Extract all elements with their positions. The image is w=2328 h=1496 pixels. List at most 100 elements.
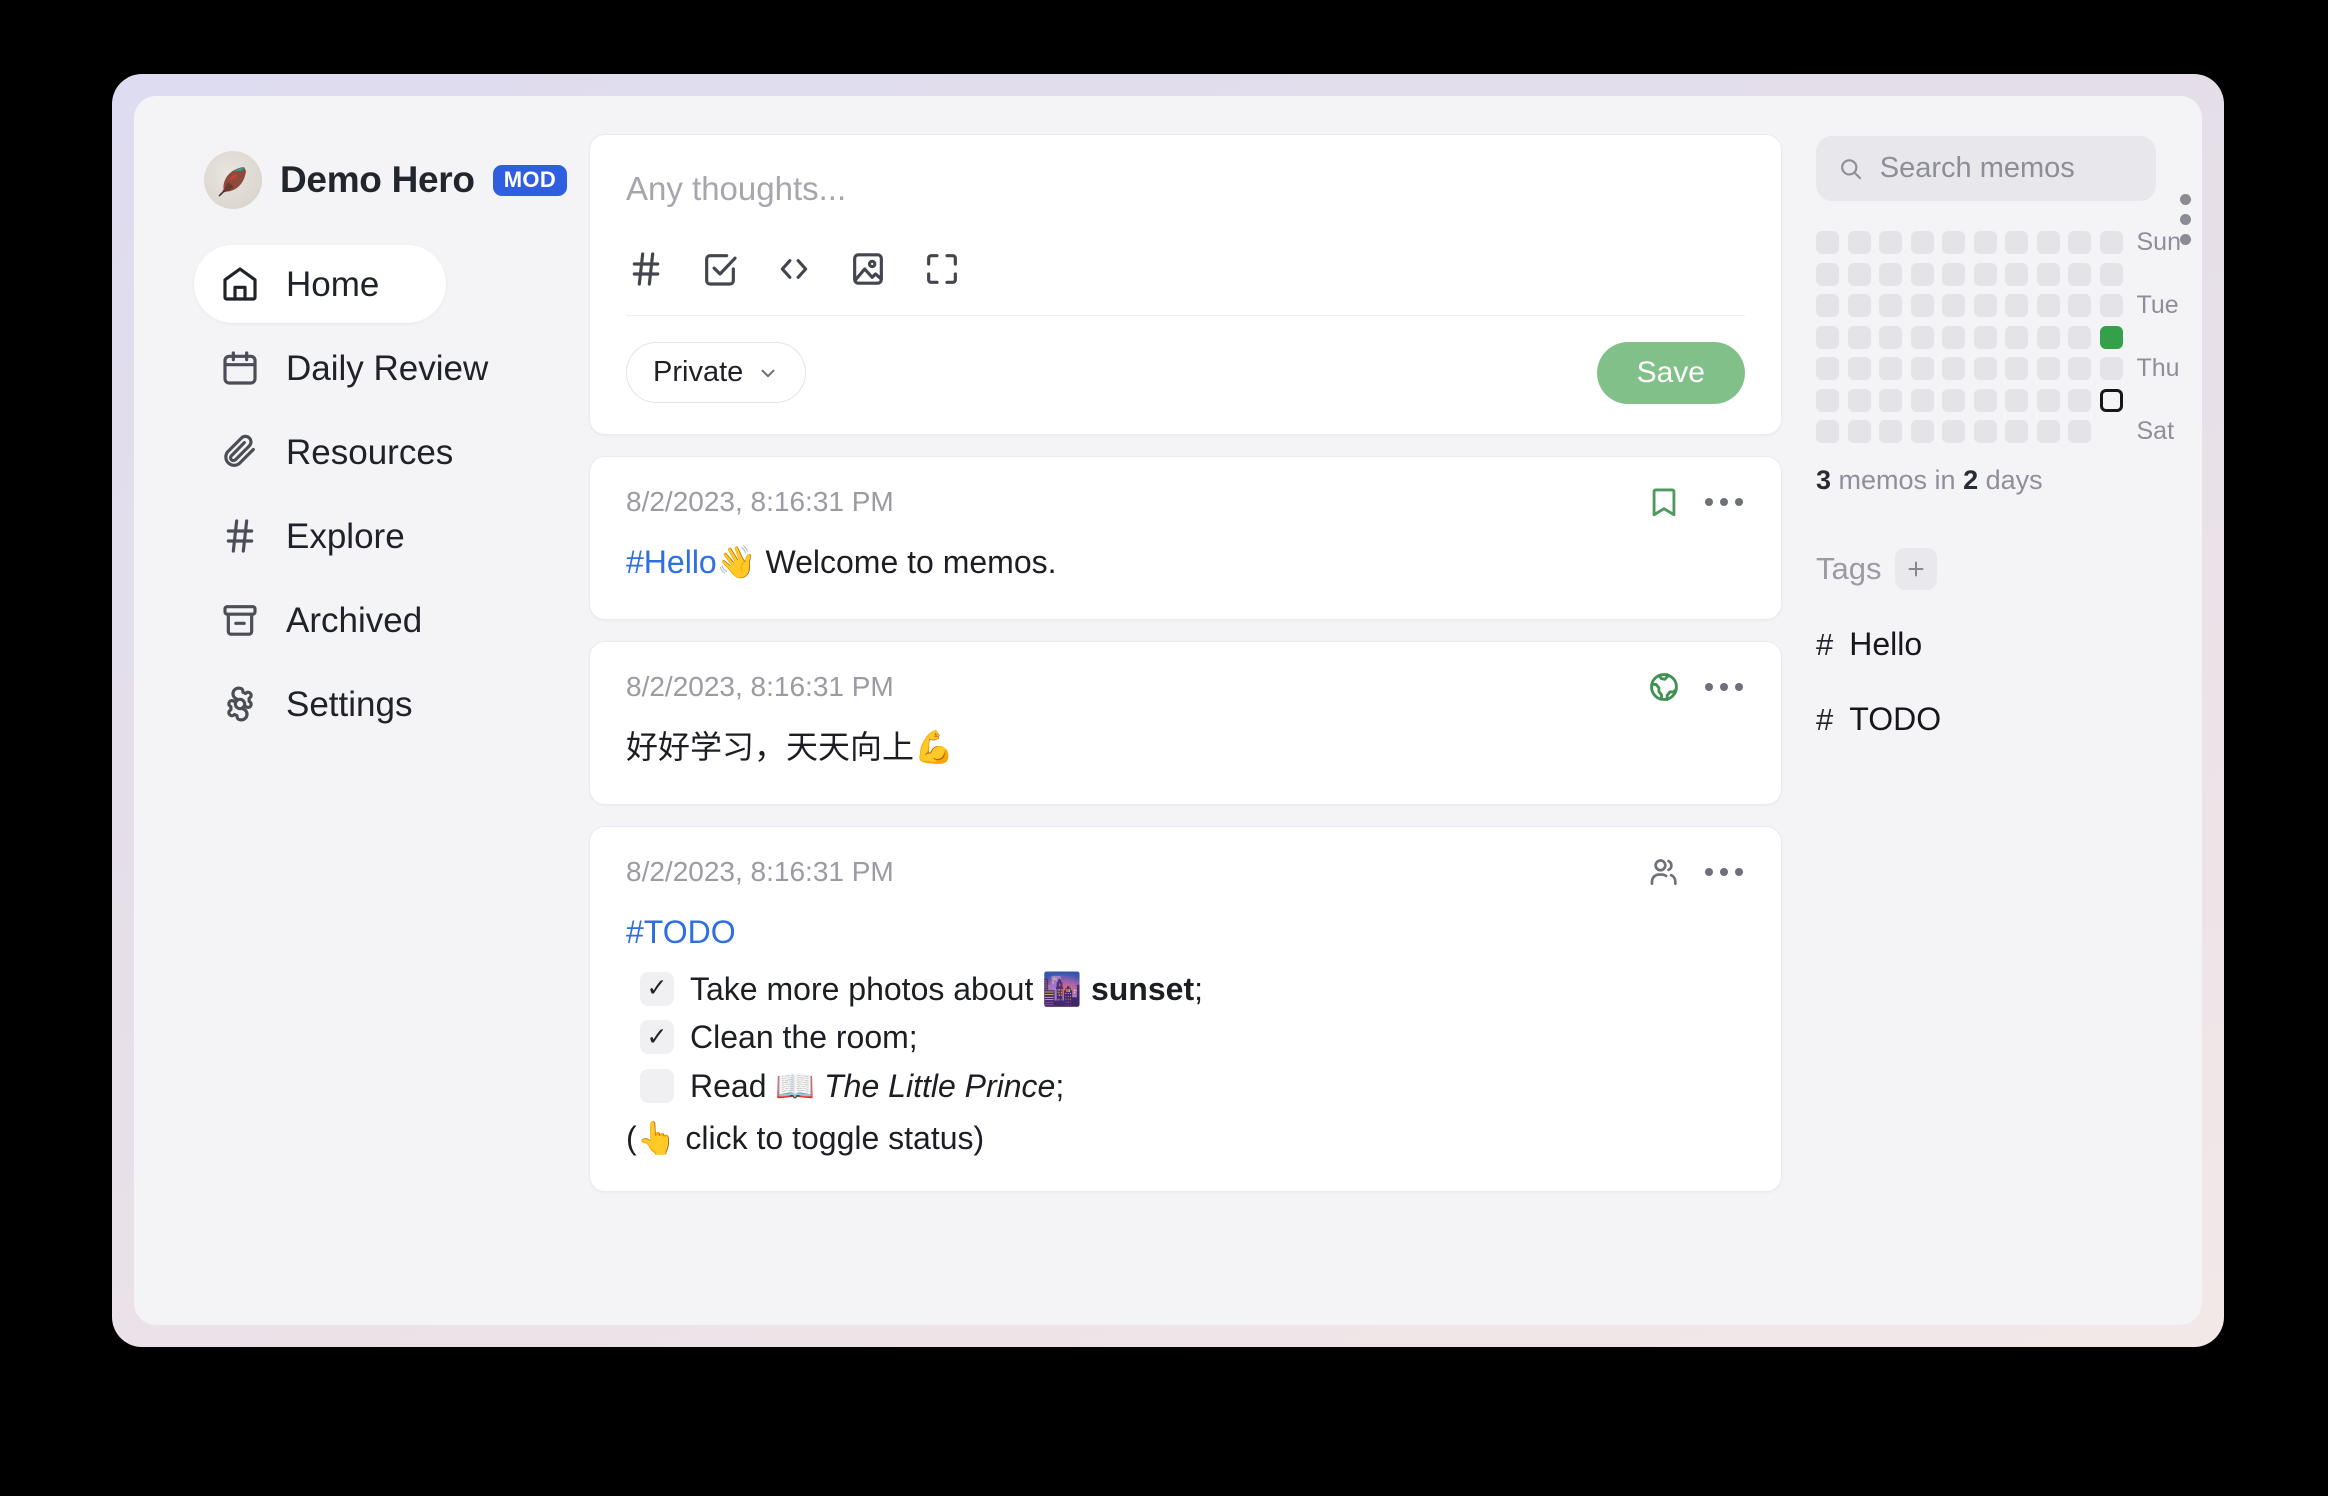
heatmap-cell[interactable] <box>1942 420 1965 443</box>
heatmap-cell[interactable] <box>1879 231 1902 254</box>
heatmap-cell[interactable] <box>1847 388 1871 412</box>
heatmap-cell[interactable] <box>2068 231 2091 254</box>
heatmap-cell[interactable] <box>1847 294 1871 317</box>
heatmap-cell[interactable] <box>1942 357 1965 380</box>
heatmap-cell[interactable] <box>2005 388 2028 412</box>
todo-item[interactable]: ✓ Clean the room; <box>626 1018 1745 1056</box>
heatmap-cell[interactable] <box>1879 388 1902 412</box>
heatmap-cell[interactable] <box>1910 420 1934 443</box>
heatmap-cell[interactable] <box>1973 357 1997 380</box>
heatmap-cell[interactable] <box>2005 325 2028 349</box>
heatmap-cell[interactable] <box>1973 231 1997 254</box>
tag-item-hello[interactable]: # Hello <box>1816 626 1922 663</box>
users-icon[interactable] <box>1647 855 1681 889</box>
heatmap-cell[interactable] <box>2068 357 2091 380</box>
memo-card[interactable]: 8/2/2023, 8:16:31 PM #Hello👋 Welcome to … <box>589 455 1782 620</box>
heatmap-cell[interactable] <box>1973 420 1997 443</box>
heatmap-cell[interactable] <box>2100 420 2123 443</box>
heatmap-cell[interactable] <box>1816 262 1839 286</box>
memo-card[interactable]: 8/2/2023, 8:16:31 PM 好好学习，天天向上💪 <box>589 640 1782 806</box>
globe-icon[interactable] <box>1647 670 1681 704</box>
user-profile-header[interactable]: Demo Hero MOD <box>194 141 568 219</box>
heatmap-cell[interactable] <box>2036 231 2060 254</box>
memo-tag-link[interactable]: #Hello <box>626 544 717 580</box>
memo-card[interactable]: 8/2/2023, 8:16:31 PM #TODO ✓ Take more p… <box>589 826 1782 1193</box>
todo-checkbox-unchecked[interactable] <box>640 1068 674 1103</box>
heatmap-cell[interactable] <box>2068 388 2091 412</box>
heatmap-cell[interactable] <box>2005 294 2028 317</box>
heatmap-cell[interactable] <box>1973 262 1997 286</box>
sidebar-item-explore[interactable]: Explore <box>194 497 446 575</box>
heatmap-cell[interactable] <box>2099 262 2123 286</box>
visibility-dropdown[interactable]: Private <box>626 342 807 404</box>
heatmap-cell[interactable] <box>2099 231 2123 254</box>
heatmap-cell[interactable] <box>1973 388 1997 412</box>
heatmap-cell[interactable] <box>2005 262 2028 286</box>
bookmark-icon[interactable] <box>1647 485 1681 519</box>
todo-checkbox-checked[interactable]: ✓ <box>640 1020 674 1055</box>
todo-item[interactable]: Read 📖 The Little Prince; <box>626 1067 1745 1105</box>
tag-item-todo[interactable]: # TODO <box>1816 701 1941 738</box>
heatmap-cell[interactable] <box>2099 325 2123 349</box>
todo-item[interactable]: ✓ Take more photos about 🌆 sunset; <box>626 970 1745 1008</box>
heatmap-cell[interactable] <box>1816 388 1839 412</box>
heatmap-cell[interactable] <box>1910 388 1934 412</box>
sidebar-item-home[interactable]: Home <box>194 245 446 323</box>
heatmap-cell[interactable] <box>2036 325 2060 349</box>
sidebar-item-resources[interactable]: Resources <box>194 413 487 491</box>
heatmap-cell[interactable] <box>1879 357 1902 380</box>
memo-more-menu[interactable] <box>1703 862 1745 882</box>
heatmap-cell[interactable] <box>2099 388 2123 412</box>
heatmap-cell[interactable] <box>2068 420 2091 443</box>
heatmap-cell[interactable] <box>2005 231 2028 254</box>
heatmap-cell[interactable] <box>1847 262 1871 286</box>
editor-placeholder[interactable]: Any thoughts... <box>626 169 1745 249</box>
sidebar-item-daily-review[interactable]: Daily Review <box>194 329 522 407</box>
code-icon[interactable] <box>774 249 814 289</box>
heatmap-cell[interactable] <box>2005 420 2028 443</box>
heatmap-cell[interactable] <box>2099 294 2123 317</box>
heatmap-cell[interactable] <box>1942 325 1965 349</box>
heatmap-cell[interactable] <box>1816 420 1839 443</box>
save-button[interactable]: Save <box>1596 341 1745 404</box>
memo-tag-link[interactable]: #TODO <box>626 909 1745 955</box>
heatmap-cell[interactable] <box>1942 294 1965 317</box>
heatmap-cell[interactable] <box>1910 294 1934 317</box>
heatmap-cell[interactable] <box>1910 231 1934 254</box>
heatmap-cell[interactable] <box>2036 262 2060 286</box>
heatmap-cell[interactable] <box>1942 231 1965 254</box>
heatmap-cell[interactable] <box>1910 325 1934 349</box>
heatmap-cell[interactable] <box>1847 231 1871 254</box>
sidebar-item-settings[interactable]: Settings <box>194 665 446 743</box>
heatmap-cell[interactable] <box>2099 357 2123 380</box>
heatmap-cell[interactable] <box>1879 262 1902 286</box>
heatmap-cell[interactable] <box>2036 388 2060 412</box>
heatmap-cell[interactable] <box>1879 420 1902 443</box>
sidebar-item-archived[interactable]: Archived <box>194 581 456 659</box>
todo-checkbox-checked[interactable]: ✓ <box>640 971 674 1006</box>
heatmap-cell[interactable] <box>1847 420 1871 443</box>
check-square-icon[interactable] <box>700 249 740 289</box>
heatmap-cell[interactable] <box>1816 325 1839 349</box>
heatmap-cell[interactable] <box>2036 357 2060 380</box>
resize-drag-handle[interactable] <box>2179 194 2191 245</box>
heatmap-cell[interactable] <box>2068 262 2091 286</box>
search-input[interactable] <box>1879 152 2134 185</box>
heatmap-cell[interactable] <box>2068 294 2091 317</box>
hash-icon[interactable] <box>626 249 666 289</box>
memo-more-menu[interactable] <box>1703 677 1745 697</box>
search-box[interactable] <box>1816 136 2156 201</box>
heatmap-cell[interactable] <box>2036 294 2060 317</box>
heatmap-cell[interactable] <box>1847 357 1871 380</box>
heatmap-cell[interactable] <box>1816 231 1839 254</box>
heatmap-cell[interactable] <box>1942 388 1965 412</box>
heatmap-cell[interactable] <box>1910 357 1934 380</box>
memo-more-menu[interactable] <box>1703 492 1745 512</box>
heatmap-cell[interactable] <box>1942 262 1965 286</box>
heatmap-cell[interactable] <box>1847 325 1871 349</box>
heatmap-cell[interactable] <box>1816 294 1839 317</box>
heatmap-cell[interactable] <box>1879 294 1902 317</box>
heatmap-cell[interactable] <box>1910 262 1934 286</box>
heatmap-cell[interactable] <box>1973 325 1997 349</box>
heatmap-cell[interactable] <box>1879 325 1902 349</box>
